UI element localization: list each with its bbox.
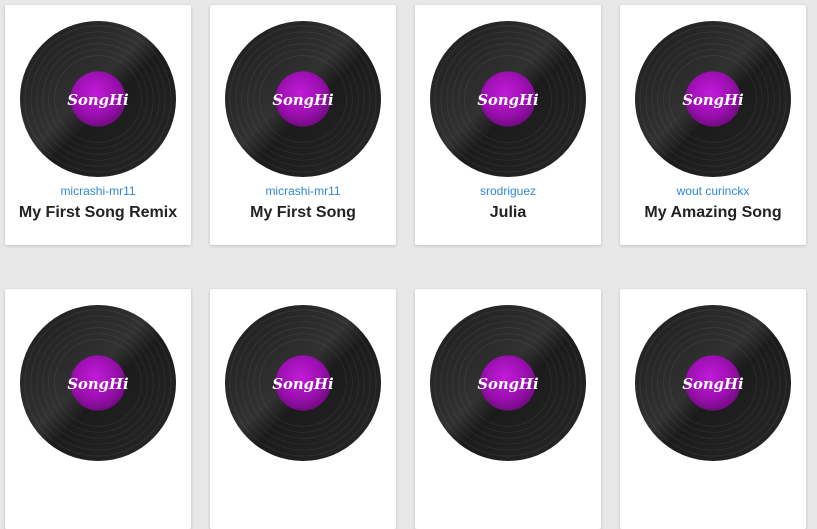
songhi-logo: SongHi [682,92,743,109]
vinyl-record-cover[interactable]: SongHi [224,20,382,178]
songhi-logo: SongHi [477,376,538,393]
songhi-logo: SongHi [67,92,128,109]
song-card[interactable]: SongHi wout curinckx My Amazing Song [620,5,806,245]
vinyl-record-cover[interactable]: SongHi [19,304,177,462]
songhi-logo: SongHi [67,376,128,393]
songhi-logo: SongHi [272,92,333,109]
author-link[interactable]: micrashi-mr11 [5,184,191,198]
songhi-logo: SongHi [477,92,538,109]
vinyl-record-cover[interactable]: SongHi [634,304,792,462]
songhi-logo: SongHi [682,376,743,393]
vinyl-record-cover[interactable]: SongHi [429,304,587,462]
song-grid: SongHi micrashi-mr11 My First Song Remix… [0,0,817,529]
song-card[interactable]: SongHi micrashi-mr11 My First Song [210,5,396,245]
vinyl-record-cover[interactable]: SongHi [634,20,792,178]
song-title[interactable]: Julia [415,204,601,222]
author-link[interactable]: micrashi-mr11 [210,184,396,198]
song-title[interactable]: My First Song Remix [5,204,191,222]
vinyl-record-cover[interactable]: SongHi [224,304,382,462]
song-title[interactable]: My Amazing Song [620,204,806,222]
song-card[interactable]: SongHi srodriguez Julia [415,5,601,245]
author-link[interactable]: wout curinckx [620,184,806,198]
song-card[interactable]: SongHi [210,289,396,529]
song-title[interactable]: My First Song [210,204,396,222]
author-link[interactable]: srodriguez [415,184,601,198]
song-card[interactable]: SongHi [5,289,191,529]
vinyl-record-cover[interactable]: SongHi [429,20,587,178]
vinyl-record-cover[interactable]: SongHi [19,20,177,178]
song-card[interactable]: SongHi [415,289,601,529]
song-card[interactable]: SongHi [620,289,806,529]
songhi-logo: SongHi [272,376,333,393]
song-card[interactable]: SongHi micrashi-mr11 My First Song Remix [5,5,191,245]
